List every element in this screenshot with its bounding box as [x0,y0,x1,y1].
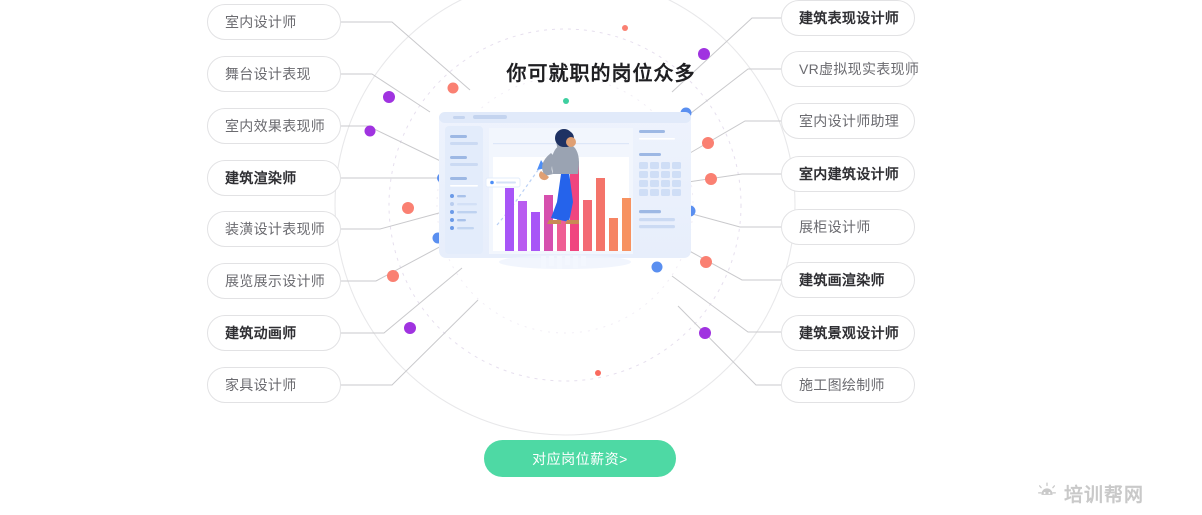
job-label-text: 建筑画渲染师 [799,272,885,288]
job-label-left-5[interactable]: 装潢设计表现师 [207,211,341,247]
speckle-dot-salmon [622,25,628,31]
job-label-right-2[interactable]: VR虚拟现实表现师 [781,51,919,87]
node-dot-purple [383,91,395,103]
job-label-left-2[interactable]: 舞台设计表现 [207,56,341,92]
watermark-text: 培训帮网 [1064,484,1145,506]
job-label-text: 室内设计师助理 [799,113,900,129]
job-label-right-8[interactable]: 施工图绘制师 [781,367,915,403]
node-dot-purple [364,125,376,137]
job-label-text: 室内建筑设计师 [799,166,900,182]
salary-cta-button[interactable]: 对应岗位薪资> [484,440,676,477]
job-label-left-8[interactable]: 家具设计师 [207,367,341,403]
job-label-text: 室内设计师 [225,14,297,30]
node-dot-salmon [387,270,399,282]
speckle-dot-teal [563,98,569,104]
job-label-left-6[interactable]: 展览展示设计师 [207,263,341,299]
job-label-text: 建筑景观设计师 [799,325,900,341]
job-label-text: 建筑表现设计师 [799,10,900,26]
node-dot-salmon [705,173,717,185]
job-label-right-1[interactable]: 建筑表现设计师 [781,0,915,36]
job-label-text: 建筑动画师 [225,325,297,341]
dashboard-analytics-illustration [439,112,691,269]
job-label-text: 展柜设计师 [799,219,871,235]
job-label-text: VR虚拟现实表现师 [799,61,920,77]
job-label-left-3[interactable]: 室内效果表现师 [207,108,341,144]
job-label-right-5[interactable]: 展柜设计师 [781,209,915,245]
node-dot-purple [699,327,711,339]
node-dot-salmon [700,256,712,268]
job-label-left-1[interactable]: 室内设计师 [207,4,341,40]
page-title: 你可就职的岗位众多 [506,63,696,85]
job-label-text: 装潢设计表现师 [225,221,326,237]
node-dot-salmon [702,137,714,149]
job-label-text: 施工图绘制师 [799,377,885,393]
jobs-radial-infographic: 你可就职的岗位众多 室内设计师 舞台设计表现 室内效果表现师 建筑渲染师 装潢设… [0,0,1202,515]
node-dot-purple [404,322,416,334]
job-label-text: 展览展示设计师 [225,273,326,289]
job-label-text: 室内效果表现师 [225,118,326,134]
site-watermark: 培训帮网 [1036,480,1144,506]
speckle-dot-salmon [595,370,601,376]
job-label-text: 舞台设计表现 [225,66,311,82]
job-label-text: 建筑渲染师 [225,170,297,186]
node-dot-salmon [402,202,414,214]
job-label-right-3[interactable]: 室内设计师助理 [781,103,915,139]
job-label-text: 家具设计师 [225,377,297,393]
sun-face-icon [1038,482,1056,495]
job-label-right-7[interactable]: 建筑景观设计师 [781,315,915,351]
job-label-right-4[interactable]: 室内建筑设计师 [781,156,915,192]
job-label-left-7[interactable]: 建筑动画师 [207,315,341,351]
job-label-left-4[interactable]: 建筑渲染师 [207,160,341,196]
job-label-right-6[interactable]: 建筑画渲染师 [781,262,915,298]
